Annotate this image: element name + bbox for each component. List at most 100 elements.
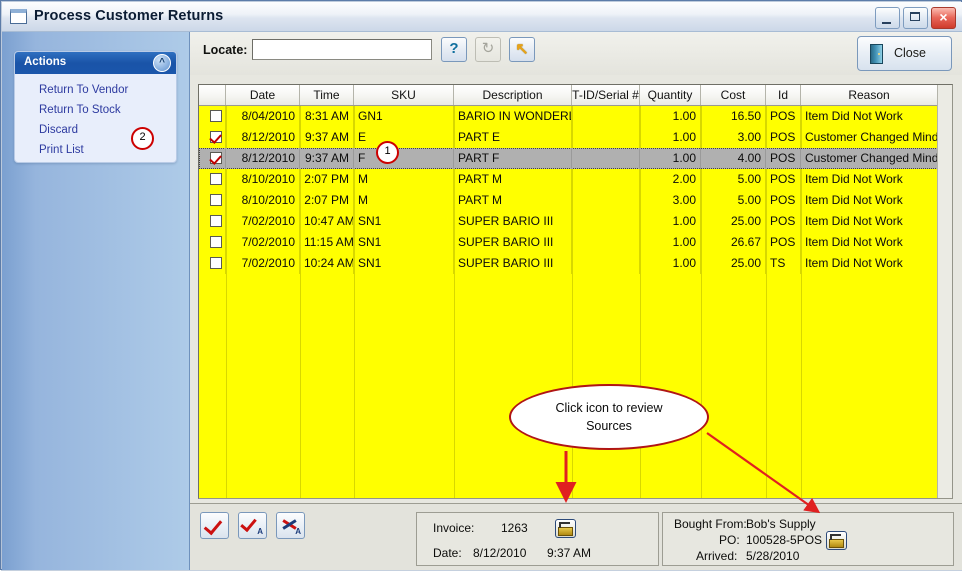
refresh-button[interactable]: ↻ (475, 37, 501, 62)
row-select-checkbox-cell[interactable] (199, 211, 226, 232)
grid-column-header-sku[interactable]: SKU (354, 85, 454, 105)
cell-sku: F (354, 148, 454, 169)
row-select-checkbox-cell[interactable] (199, 148, 226, 169)
grid-column-header-date[interactable]: Date (226, 85, 300, 105)
cell-date: 8/04/2010 (226, 106, 300, 127)
grid-column-header-description[interactable]: Description (454, 85, 572, 105)
table-row[interactable]: 8/04/2010 8:31 AM GN1 BARIO IN WONDERLA 1.00… (199, 106, 952, 127)
locate-label: Locate: (203, 43, 248, 57)
cell-sku: E (354, 127, 454, 148)
cell-description: PART M (454, 190, 572, 211)
cell-quantity: 1.00 (640, 253, 701, 274)
table-row[interactable]: 8/12/2010 9:37 AM E PART E 1.00 3.00 POS Custom… (199, 127, 952, 148)
cell-cost: 25.00 (701, 253, 766, 274)
sidebar-item-return-to-vendor[interactable]: Return To Vendor (15, 80, 176, 100)
cell-date: 7/02/2010 (226, 211, 300, 232)
check-selected-button[interactable] (200, 512, 229, 539)
maximize-button[interactable] (903, 7, 928, 29)
row-select-checkbox-cell[interactable] (199, 169, 226, 190)
checkbox-unchecked-icon[interactable] (210, 257, 222, 269)
uncheck-all-button[interactable]: A (276, 512, 305, 539)
grid-column-header-check[interactable] (199, 85, 226, 105)
annotation-badge-2: 2 (131, 127, 154, 150)
cell-reason: Item Did Not Work (801, 232, 938, 253)
grid-column-header-time[interactable]: Time (300, 85, 354, 105)
row-select-checkbox-cell[interactable] (199, 232, 226, 253)
grid-column-header-serial[interactable]: T-ID/Serial # (572, 85, 640, 105)
cell-id: POS (766, 169, 801, 190)
cell-cost: 5.00 (701, 169, 766, 190)
po-value: 100528-5POS (746, 533, 823, 547)
actions-list: Return To Vendor Return To Stock Discard… (15, 74, 176, 160)
cell-description: SUPER BARIO III (454, 253, 572, 274)
cell-time: 10:24 AM (300, 253, 354, 274)
checkbox-unchecked-icon[interactable] (210, 173, 222, 185)
table-row[interactable]: 7/02/2010 11:15 AM SN1 SUPER BARIO III 1.00 2… (199, 232, 952, 253)
check-icon (203, 515, 223, 536)
check-all-button[interactable]: A (238, 512, 267, 539)
grid-column-header-cost[interactable]: Cost (701, 85, 766, 105)
callout-line-1: Click icon to review (555, 401, 663, 415)
actions-sidebar: Actions ^ Return To Vendor Return To Sto… (2, 32, 190, 570)
cell-description: BARIO IN WONDERLA (454, 106, 572, 127)
cell-sku: M (354, 169, 454, 190)
close-icon: × (939, 9, 948, 25)
cell-id: TS (766, 253, 801, 274)
row-select-checkbox-cell[interactable] (199, 106, 226, 127)
help-button[interactable]: ? (441, 37, 467, 62)
cell-cost: 25.00 (701, 211, 766, 232)
cell-id: POS (766, 190, 801, 211)
checkbox-unchecked-icon[interactable] (210, 215, 222, 227)
checkbox-unchecked-icon[interactable] (210, 236, 222, 248)
application-window: Process Customer Returns × Actions ^ Ret… (0, 0, 962, 570)
question-mark-icon: ? (449, 40, 459, 57)
grid-column-header-quantity[interactable]: Quantity (640, 85, 701, 105)
table-row[interactable]: 8/10/2010 2:07 PM M PART M 3.00 5.00 POS Item D… (199, 190, 952, 211)
window-controls: × (875, 7, 956, 29)
checkbox-checked-icon[interactable] (210, 131, 222, 143)
cell-time: 8:31 AM (300, 106, 354, 127)
row-select-checkbox-cell[interactable] (199, 253, 226, 274)
cell-date: 8/12/2010 (226, 148, 300, 169)
cell-description: SUPER BARIO III (454, 211, 572, 232)
title-bar: Process Customer Returns × (2, 2, 962, 32)
grid-vertical-scrollbar[interactable] (937, 85, 952, 498)
chevrons-up-icon[interactable]: ^ (153, 54, 171, 72)
cell-sku: GN1 (354, 106, 454, 127)
cell-cost: 3.00 (701, 127, 766, 148)
checkbox-unchecked-icon[interactable] (210, 194, 222, 206)
grid-column-header-id[interactable]: Id (766, 85, 801, 105)
close-window-button[interactable]: × (931, 7, 956, 29)
minimize-button[interactable] (875, 7, 900, 29)
cell-reason: Item Did Not Work (801, 190, 938, 211)
invoice-folder-open-icon[interactable] (555, 519, 576, 538)
table-row[interactable]: 7/02/2010 10:24 AM SN1 SUPER BARIO III 1.00 2… (199, 253, 952, 274)
source-folder-open-icon[interactable] (826, 531, 847, 550)
cell-quantity: 1.00 (640, 148, 701, 169)
table-row[interactable]: 7/02/2010 10:47 AM SN1 SUPER BARIO III 1.00 2… (199, 211, 952, 232)
row-select-checkbox-cell[interactable] (199, 127, 226, 148)
open-record-button[interactable]: ↖ (509, 37, 535, 62)
grid-column-header-reason[interactable]: Reason (801, 85, 938, 105)
cell-quantity: 1.00 (640, 232, 701, 253)
cell-cost: 26.67 (701, 232, 766, 253)
exit-door-icon (870, 44, 883, 64)
check-all-icon (240, 514, 257, 533)
cell-reason: Item Did Not Work (801, 211, 938, 232)
cell-cost: 4.00 (701, 148, 766, 169)
table-row[interactable]: 8/12/2010 9:37 AM F PART F 1.00 4.00 POS Custom… (199, 148, 952, 169)
cell-time: 2:07 PM (300, 190, 354, 211)
row-select-checkbox-cell[interactable] (199, 190, 226, 211)
close-button[interactable]: Close (857, 36, 952, 71)
sidebar-item-return-to-stock[interactable]: Return To Stock (15, 100, 176, 120)
invoice-date-label: Date: (433, 546, 462, 560)
checkbox-checked-icon[interactable] (210, 152, 222, 164)
locate-input[interactable] (252, 39, 432, 60)
checkbox-unchecked-icon[interactable] (210, 110, 222, 122)
maximize-icon (910, 12, 920, 21)
invoice-label: Invoice: (433, 521, 475, 535)
cell-date: 7/02/2010 (226, 253, 300, 274)
cell-quantity: 1.00 (640, 106, 701, 127)
po-label: PO: (719, 533, 740, 547)
table-row[interactable]: 8/10/2010 2:07 PM M PART M 2.00 5.00 POS Item D… (199, 169, 952, 190)
